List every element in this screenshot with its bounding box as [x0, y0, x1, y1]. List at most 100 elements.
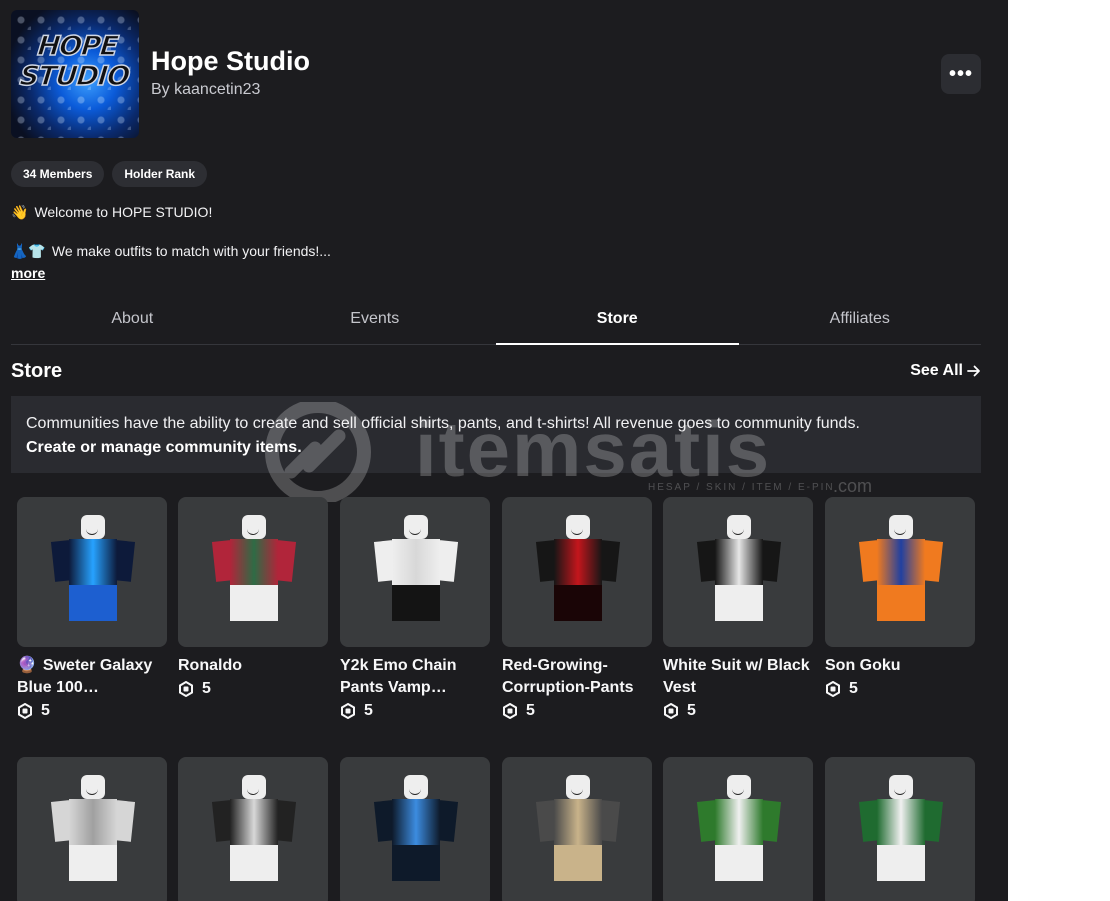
item-thumbnail[interactable] [825, 497, 975, 647]
robux-icon [502, 703, 518, 719]
store-item-card[interactable] [17, 757, 167, 901]
avatar-torso [877, 799, 925, 845]
crystal-ball-icon: 🔮 [17, 657, 37, 674]
avatar-right-leg [254, 845, 278, 881]
avatar-torso [554, 799, 602, 845]
byline-prefix: By [151, 81, 170, 98]
avatar-smile [894, 528, 906, 535]
item-name-text: Son Goku [825, 657, 901, 674]
store-item-card[interactable]: Y2k Emo Chain Pants Vamp vintage... 5 [340, 497, 490, 720]
item-name[interactable]: 🔮Sweter Galaxy Blue 100 ORIGINAL... [17, 655, 167, 699]
item-price-value: 5 [849, 680, 858, 697]
item-price-value: 5 [526, 702, 535, 719]
wave-icon: 👋 [11, 204, 29, 220]
robux-icon [340, 703, 356, 719]
item-name[interactable]: Ronaldo [178, 655, 328, 677]
item-name[interactable]: Y2k Emo Chain Pants Vamp vintage... [340, 655, 490, 699]
avatar-left-leg [715, 845, 739, 881]
item-name-text: Sweter Galaxy Blue 100 ORIGINAL... [17, 657, 153, 696]
watermark-tagline: HESAP / SKIN / ITEM / E-PIN [648, 482, 835, 493]
store-item-card[interactable] [502, 757, 652, 901]
avatar-left-leg [69, 585, 93, 621]
avatar-head [242, 515, 266, 539]
more-options-button[interactable]: ••• [941, 54, 981, 94]
avatar-torso [392, 539, 440, 585]
see-all-link[interactable]: See All [910, 362, 981, 380]
tab-affiliates[interactable]: Affiliates [739, 294, 982, 344]
avatar-smile [86, 528, 98, 535]
item-price: 5 [502, 702, 652, 720]
store-item-card[interactable]: 🔮Sweter Galaxy Blue 100 ORIGINAL... 5 [17, 497, 167, 720]
item-thumbnail[interactable] [825, 757, 975, 901]
store-info-box: Communities have the ability to create a… [11, 396, 981, 473]
creator-link[interactable]: kaancetin23 [174, 81, 260, 98]
avatar-head [889, 515, 913, 539]
item-thumbnail[interactable] [502, 757, 652, 901]
store-item-card[interactable] [825, 757, 975, 901]
store-section-title: Store [11, 360, 63, 382]
avatar-left-leg [392, 845, 416, 881]
rank-badge[interactable]: Holder Rank [112, 161, 208, 187]
avatar-figure [211, 775, 297, 881]
avatar-torso [230, 539, 278, 585]
store-item-card[interactable]: Red-Growing-Corruption-Pants 5 [502, 497, 652, 720]
avatar-right-leg [739, 845, 763, 881]
item-name-text: Y2k Emo Chain Pants Vamp vintage... [340, 657, 457, 696]
group-byline: By kaancetin23 [151, 81, 260, 99]
tab-events[interactable]: Events [254, 294, 497, 344]
avatar-left-leg [230, 585, 254, 621]
avatar-left-leg [69, 845, 93, 881]
item-thumbnail[interactable] [340, 757, 490, 901]
store-item-card[interactable] [340, 757, 490, 901]
avatar-smile [732, 788, 744, 795]
avatar-head [404, 515, 428, 539]
avatar-left-leg [877, 845, 901, 881]
avatar-figure [373, 775, 459, 881]
item-thumbnail[interactable] [502, 497, 652, 647]
avatar-smile [409, 528, 421, 535]
store-item-card[interactable]: White Suit w/ Black Vest 5 [663, 497, 813, 720]
store-item-card[interactable]: Ronaldo 5 [178, 497, 328, 698]
item-thumbnail[interactable] [340, 497, 490, 647]
avatar-right-leg [254, 585, 278, 621]
see-all-label: See All [910, 362, 963, 379]
item-thumbnail[interactable] [663, 757, 813, 901]
store-item-card[interactable] [178, 757, 328, 901]
manage-items-link[interactable]: Create or manage community items. [26, 436, 966, 460]
tab-store[interactable]: Store [496, 294, 739, 345]
avatar-right-leg [578, 845, 602, 881]
avatar-figure [535, 775, 621, 881]
avatar-torso [230, 799, 278, 845]
store-item-card[interactable] [663, 757, 813, 901]
avatar-smile [247, 528, 259, 535]
item-name[interactable]: Son Goku [825, 655, 975, 677]
robux-icon [17, 703, 33, 719]
avatar-head [404, 775, 428, 799]
item-price: 5 [340, 702, 490, 720]
members-badge[interactable]: 34 Members [11, 161, 105, 187]
tab-about[interactable]: About [11, 294, 254, 344]
avatar-head [81, 775, 105, 799]
avatar-head [566, 775, 590, 799]
description-text-1: Welcome to HOPE STUDIO! [34, 204, 213, 220]
ellipsis-icon: ••• [948, 63, 973, 85]
item-thumbnail[interactable] [663, 497, 813, 647]
item-thumbnail[interactable] [17, 497, 167, 647]
item-price-value: 5 [364, 702, 373, 719]
item-name-text: Ronaldo [178, 657, 242, 674]
item-name[interactable]: Red-Growing-Corruption-Pants [502, 655, 652, 699]
store-item-card[interactable]: Son Goku 5 [825, 497, 975, 698]
item-thumbnail[interactable] [178, 497, 328, 647]
item-price-value: 5 [687, 702, 696, 719]
avatar-smile [571, 788, 583, 795]
description-more-link[interactable]: more [11, 265, 45, 281]
item-thumbnail[interactable] [178, 757, 328, 901]
avatar-torso [877, 539, 925, 585]
robux-icon [663, 703, 679, 719]
avatar-torso [554, 539, 602, 585]
item-name[interactable]: White Suit w/ Black Vest [663, 655, 813, 699]
avatar-head [81, 515, 105, 539]
avatar-left-leg [230, 845, 254, 881]
store-info-text: Communities have the ability to create a… [26, 415, 860, 432]
item-thumbnail[interactable] [17, 757, 167, 901]
